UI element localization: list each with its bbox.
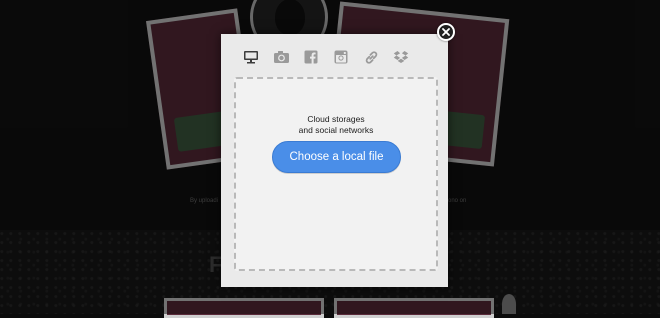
tab-camera[interactable] <box>266 46 296 68</box>
close-button[interactable] <box>437 23 455 41</box>
tab-instagram[interactable] <box>326 46 356 68</box>
instagram-icon <box>334 50 348 64</box>
dropbox-icon <box>393 50 409 63</box>
tab-link[interactable] <box>356 46 386 68</box>
hint-line-2: and social networks <box>298 125 374 135</box>
choose-local-file-button[interactable]: Choose a local file <box>272 141 401 173</box>
tab-local-computer[interactable] <box>236 46 266 68</box>
upload-dialog: Cloud storages and social networks Choos… <box>221 34 448 287</box>
drop-zone-hint: Cloud storages and social networks <box>236 114 436 136</box>
facebook-icon <box>304 50 318 64</box>
tab-dropbox[interactable] <box>386 46 416 68</box>
source-tabs <box>236 46 416 68</box>
tab-facebook[interactable] <box>296 46 326 68</box>
computer-icon <box>244 51 258 64</box>
link-icon <box>365 50 377 64</box>
drop-zone[interactable]: Cloud storages and social networks Choos… <box>234 77 438 271</box>
camera-icon <box>273 51 289 63</box>
close-icon <box>442 28 450 36</box>
hint-line-1: Cloud storages <box>307 114 365 124</box>
